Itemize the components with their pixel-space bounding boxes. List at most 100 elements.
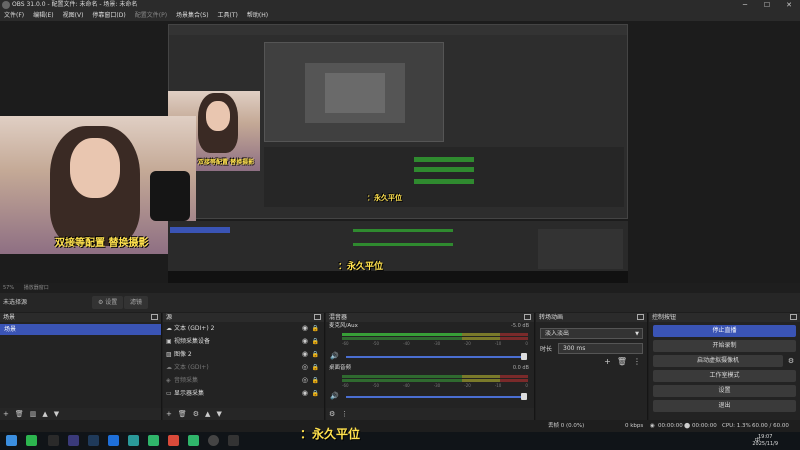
lock-icon[interactable]: 🔒 (312, 322, 319, 335)
menu-tools[interactable]: 工具(T) (218, 10, 238, 21)
speaker-icon[interactable]: 🔊 (330, 392, 339, 400)
float-icon[interactable] (637, 314, 644, 320)
volume-slider[interactable] (346, 393, 527, 400)
studio-mode-button[interactable]: 工作室模式 (653, 370, 796, 382)
app-icon[interactable] (26, 435, 37, 446)
menu-edit[interactable]: 编辑(E) (33, 10, 53, 21)
volume-slider[interactable] (346, 353, 527, 360)
cpu-usage: CPU: 1.3% (722, 423, 751, 429)
close-button[interactable]: ✕ (778, 0, 800, 10)
menu-file[interactable]: 文件(F) (4, 10, 24, 21)
clock[interactable]: 19:07 2025/11/9 (752, 434, 778, 448)
duration-input[interactable]: 300 ms (558, 343, 643, 354)
menu-dots-icon[interactable]: ⋮ (633, 357, 641, 366)
lock-icon[interactable]: 🔒 (312, 387, 319, 400)
move-up-icon[interactable]: ▲ (42, 410, 47, 418)
eye-icon[interactable]: ◉ (302, 322, 308, 335)
app-icon[interactable] (168, 435, 179, 446)
start-record-button[interactable]: 开始录制 (653, 340, 796, 352)
scenes-dock: 场景 场景 + 🗑 ▥ ▲ ▼ (0, 313, 162, 420)
menu-docks[interactable]: 停靠窗口(D) (92, 10, 125, 21)
transitions-title: 转场动画 (539, 314, 564, 321)
duration-label: 时长 (540, 346, 553, 353)
menu-view[interactable]: 视图(V) (63, 10, 84, 21)
lock-icon[interactable]: 🔒 (312, 348, 319, 361)
exit-button[interactable]: 退出 (653, 400, 796, 412)
menu-profile[interactable]: 配置文件(P) (135, 10, 167, 21)
mixer-channel-mic: 麦克风/Aux -5.0 dB -60 -50 -40 -30 -20 -10 0 🔊 (326, 322, 534, 364)
source-item[interactable]: ▨ 图像 2 ◉ 🔒 (163, 348, 324, 361)
lock-icon[interactable]: 🔒 (312, 374, 319, 387)
menu-scene-collection[interactable]: 场景集合(S) (176, 10, 209, 21)
no-source-label: 未选择源 (3, 299, 28, 306)
menu-help[interactable]: 帮助(H) (247, 10, 268, 21)
float-icon[interactable] (314, 314, 321, 320)
speaker-icon[interactable]: 🔊 (330, 352, 339, 360)
maximize-button[interactable]: ☐ (756, 0, 778, 10)
eye-icon[interactable]: ◉ (302, 387, 308, 400)
app-icon[interactable] (68, 435, 79, 446)
float-icon[interactable] (524, 314, 531, 320)
transition-select[interactable]: 淡入淡出 ▼ (540, 328, 643, 339)
virtual-camera-button[interactable]: 启动虚拟摄像机 (653, 355, 783, 367)
sources-dock: 源 ☁ 文本 (GDI+) 2 ◉ 🔒 ▣ 视频采集设备 ◉ 🔒 ▨ 图像 2 ◉ 🔒 ☁ 文本 (… (163, 313, 325, 420)
source-filters-button[interactable]: 滤镜 (124, 296, 149, 309)
mixer-channel-desktop: 桌面音频 0.0 dB -60 -50 -40 -30 -20 -10 0 🔊 (326, 364, 534, 406)
stop-stream-button[interactable]: 停止直播 (653, 325, 796, 337)
float-icon[interactable] (151, 314, 158, 320)
eye-icon[interactable]: ◉ (302, 335, 308, 348)
remove-icon[interactable]: 🗑 (15, 410, 24, 418)
source-item[interactable]: ☁ 文本 (GDI+) ◎ 🔒 (163, 361, 324, 374)
nested-subtitle: ：永久平位 (367, 194, 402, 202)
scene-item[interactable]: 场景 (0, 324, 161, 335)
move-down-icon[interactable]: ▼ (216, 410, 221, 418)
app-icon[interactable] (148, 435, 159, 446)
slider-handle[interactable] (521, 353, 527, 360)
lock-icon[interactable]: 🔒 (312, 335, 319, 348)
eye-icon[interactable]: ◉ (302, 348, 308, 361)
filter-icon[interactable]: ▥ (30, 410, 37, 418)
app-icon[interactable] (228, 435, 239, 446)
source-item[interactable]: ▭ 显示器采集 ◉ 🔒 (163, 387, 324, 400)
eye-hidden-icon[interactable]: ◎ (302, 374, 308, 387)
add-icon[interactable]: + (3, 410, 9, 418)
source-item[interactable]: ☁ 文本 (GDI+) 2 ◉ 🔒 (163, 322, 324, 335)
app-icon[interactable] (128, 435, 139, 446)
float-icon[interactable] (790, 314, 797, 320)
link-icon[interactable]: ⚙ (329, 410, 335, 418)
meter-scale: -60 -50 -40 -30 -20 -10 0 (342, 341, 528, 346)
menu-dots-icon[interactable]: ⋮ (341, 410, 348, 418)
gear-icon[interactable]: ⚙ (193, 410, 199, 418)
channel-name: 桌面音频 (329, 365, 352, 371)
obs-taskbar-icon[interactable] (208, 435, 219, 446)
controls-title: 控制按钮 (652, 314, 677, 321)
move-down-icon[interactable]: ▼ (54, 410, 59, 418)
eye-hidden-icon[interactable]: ◎ (302, 361, 308, 374)
preview-label: 播放器窗口 (23, 285, 49, 291)
app-icon[interactable] (188, 435, 199, 446)
source-settings-button[interactable]: ⚙ 设置 (92, 296, 124, 309)
audio-source-icon: ◈ (166, 377, 171, 384)
main-subtitle: 双接等配置 替换摄影 (55, 238, 149, 249)
small-subtitle: 双接等配置 替换摄影 (198, 159, 255, 166)
remove-icon[interactable]: 🗑 (178, 410, 187, 418)
source-item[interactable]: ▣ 视频采集设备 ◉ 🔒 (163, 335, 324, 348)
remove-icon[interactable]: 🗑 (617, 357, 627, 366)
steam-icon[interactable] (88, 435, 99, 446)
settings-button[interactable]: 设置 (653, 385, 796, 397)
source-item[interactable]: ◈ 音频采集 ◎ 🔒 (163, 374, 324, 387)
app-icon[interactable] (48, 435, 59, 446)
slider-handle[interactable] (521, 393, 527, 400)
add-icon[interactable]: + (166, 410, 172, 418)
minimize-button[interactable]: ─ (734, 0, 756, 10)
preview-canvas[interactable]: ：永久平位 双接等配置 替换摄影 双接等配置 替换摄影 ：永久平位 (0, 21, 800, 283)
gear-icon[interactable]: ⚙ (786, 357, 796, 365)
source-toolbar: 未选择源 ⚙ 设置 滤镜 (0, 293, 800, 312)
add-icon[interactable]: + (604, 357, 611, 366)
channel-db: 0.0 dB (512, 365, 529, 371)
windows-start-icon[interactable] (6, 435, 17, 446)
app-icon[interactable] (108, 435, 119, 446)
move-up-icon[interactable]: ▲ (205, 410, 210, 418)
monitor-source-icon: ▭ (166, 390, 172, 397)
lock-icon[interactable]: 🔒 (312, 361, 319, 374)
